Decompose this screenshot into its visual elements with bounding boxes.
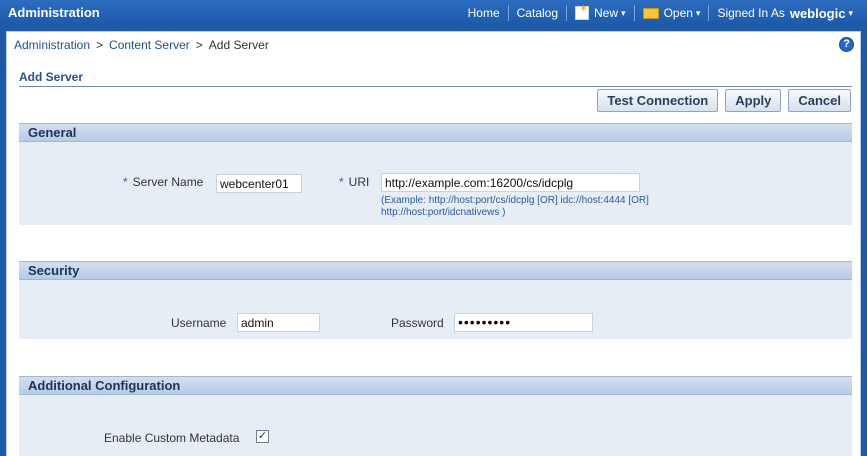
page-title: Add Server bbox=[19, 70, 852, 87]
breadcrumb-content-server[interactable]: Content Server bbox=[109, 38, 190, 52]
breadcrumb-separator: > bbox=[96, 38, 104, 52]
breadcrumb: Administration > Content Server > Add Se… bbox=[14, 38, 269, 52]
breadcrumb-administration[interactable]: Administration bbox=[14, 38, 90, 52]
nav-catalog-label: Catalog bbox=[516, 6, 559, 20]
user-menu[interactable]: Signed In As weblogic ▾ bbox=[709, 0, 859, 26]
help-icon[interactable]: ? bbox=[839, 37, 854, 52]
breadcrumb-current: Add Server bbox=[208, 38, 269, 52]
top-bar: Administration Home Catalog New ▾ Open ▾… bbox=[0, 0, 867, 26]
chevron-down-icon: ▾ bbox=[848, 7, 853, 18]
custom-metadata-field: Enable Custom Metadata bbox=[104, 431, 239, 445]
chevron-down-icon: ▾ bbox=[695, 7, 701, 18]
general-section: General * Server Name webcenter01 * URI … bbox=[19, 123, 852, 225]
username-input[interactable]: admin bbox=[237, 313, 320, 332]
server-name-field: * Server Name bbox=[123, 175, 203, 189]
nav-new-menu[interactable]: New ▾ bbox=[567, 0, 634, 26]
signed-in-label: Signed In As bbox=[717, 6, 785, 20]
nav-open-label: Open bbox=[663, 6, 693, 20]
security-section-header: Security bbox=[19, 261, 852, 280]
nav-new-label: New bbox=[594, 6, 619, 20]
app-title: Administration bbox=[8, 5, 100, 20]
new-document-icon bbox=[575, 2, 590, 20]
uri-field: * URI bbox=[339, 175, 369, 189]
apply-button[interactable]: Apply bbox=[725, 89, 782, 112]
security-section: Security Username admin Password •••••••… bbox=[19, 261, 852, 339]
nav-home-label: Home bbox=[467, 6, 500, 20]
custom-metadata-checkbox[interactable]: ✓ bbox=[256, 430, 269, 443]
cancel-button[interactable]: Cancel bbox=[788, 89, 851, 112]
uri-hint-line2: http://host:port/idcnativews ) bbox=[381, 207, 506, 218]
uri-hint-line1: (Example: http://host:port/cs/idcplg [OR… bbox=[381, 195, 649, 206]
user-name: weblogic bbox=[789, 5, 846, 21]
action-buttons: Test Connection Apply Cancel bbox=[597, 89, 851, 112]
nav-catalog[interactable]: Catalog bbox=[509, 0, 566, 26]
username-label: Username bbox=[171, 316, 227, 330]
uri-label: URI bbox=[348, 175, 370, 189]
additional-config-section-header: Additional Configuration bbox=[19, 376, 852, 395]
required-marker: * bbox=[339, 175, 344, 189]
password-field: Password bbox=[391, 316, 444, 330]
custom-metadata-label: Enable Custom Metadata bbox=[104, 431, 240, 445]
chevron-down-icon: ▾ bbox=[621, 7, 626, 18]
breadcrumb-separator: > bbox=[195, 38, 203, 52]
server-name-input[interactable]: webcenter01 bbox=[216, 174, 302, 193]
uri-input[interactable]: http://example.com:16200/cs/idcplg bbox=[381, 173, 640, 192]
password-label: Password bbox=[391, 316, 444, 330]
nav-open-menu[interactable]: Open ▾ bbox=[635, 0, 709, 26]
additional-config-section: Additional Configuration Enable Custom M… bbox=[19, 376, 852, 456]
password-input[interactable]: ••••••••• bbox=[454, 313, 593, 332]
general-section-header: General bbox=[19, 123, 852, 142]
username-field: Username bbox=[171, 316, 226, 330]
test-connection-button[interactable]: Test Connection bbox=[597, 89, 719, 112]
folder-icon bbox=[642, 7, 659, 19]
required-marker: * bbox=[123, 175, 128, 189]
main-content: Administration > Content Server > Add Se… bbox=[6, 31, 861, 456]
nav-home[interactable]: Home bbox=[460, 0, 508, 26]
server-name-label: Server Name bbox=[132, 175, 204, 189]
top-nav: Home Catalog New ▾ Open ▾ Signed In As w… bbox=[460, 0, 859, 26]
